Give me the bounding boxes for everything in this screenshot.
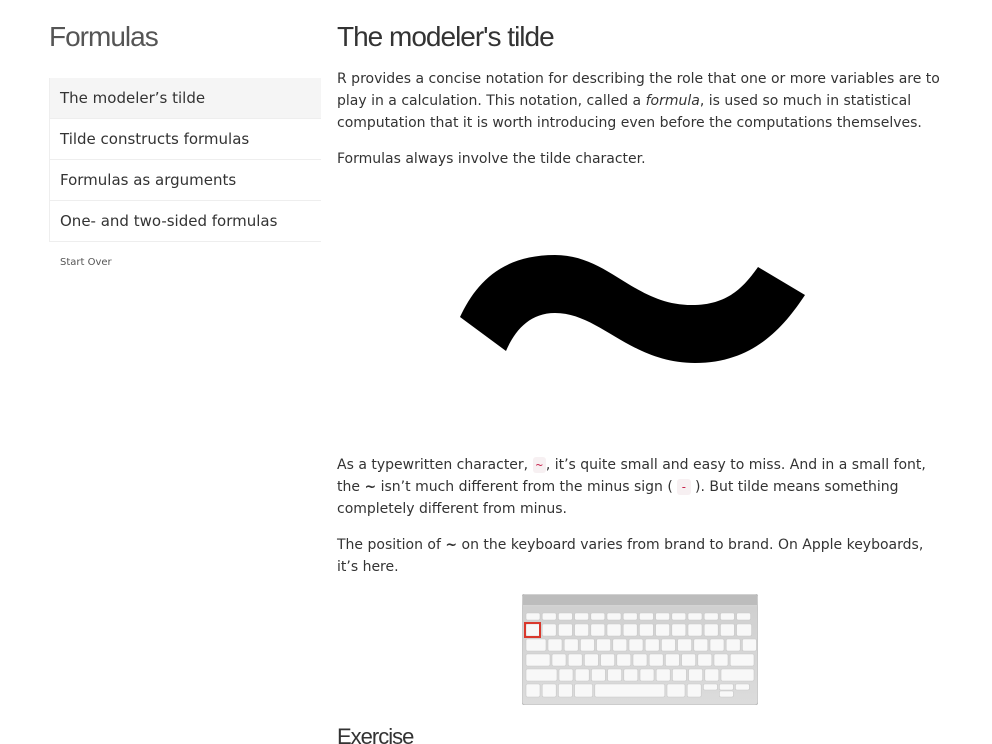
start-over-link[interactable]: Start Over bbox=[60, 257, 112, 268]
formula-emphasis: formula bbox=[645, 93, 700, 109]
tilde-code: ~ bbox=[532, 457, 546, 473]
sidebar-item-one-and-two-sided-formulas[interactable]: One- and two-sided formulas bbox=[50, 201, 321, 242]
sidebar-item-formulas-as-arguments[interactable]: Formulas as arguments bbox=[50, 160, 321, 201]
page: Formulas The modeler’s tilde Tilde const… bbox=[0, 0, 992, 744]
typewritten-paragraph: As a typewritten character, ~, it’s quit… bbox=[337, 454, 947, 520]
exercise-heading: Exercise bbox=[337, 724, 414, 744]
sidebar-title: Formulas bbox=[49, 21, 159, 52]
sidebar-item-modelers-tilde[interactable]: The modeler’s tilde bbox=[50, 78, 321, 119]
minus-code: - bbox=[677, 479, 691, 495]
tilde-intro-paragraph: Formulas always involve the tilde charac… bbox=[337, 151, 646, 167]
page-title: The modeler's tilde bbox=[337, 21, 555, 52]
keyboard-paragraph: The position of ~ on the keyboard varies… bbox=[337, 534, 947, 578]
tilde-glyph-2: ~ bbox=[445, 537, 458, 553]
intro-paragraph: R provides a concise notation for descri… bbox=[337, 68, 947, 134]
typewritten-text-1: As a typewritten character, bbox=[337, 457, 533, 473]
tilde-glyph: ~ bbox=[364, 479, 377, 495]
big-tilde-image bbox=[460, 255, 805, 363]
typewritten-text-3: isn’t much different from the minus sign… bbox=[376, 479, 678, 495]
sidebar-nav: The modeler’s tilde Tilde constructs for… bbox=[49, 78, 321, 242]
keyboard-text-1: The position of bbox=[337, 537, 446, 553]
keyboard-image bbox=[522, 594, 758, 705]
sidebar-item-tilde-constructs-formulas[interactable]: Tilde constructs formulas bbox=[50, 119, 321, 160]
